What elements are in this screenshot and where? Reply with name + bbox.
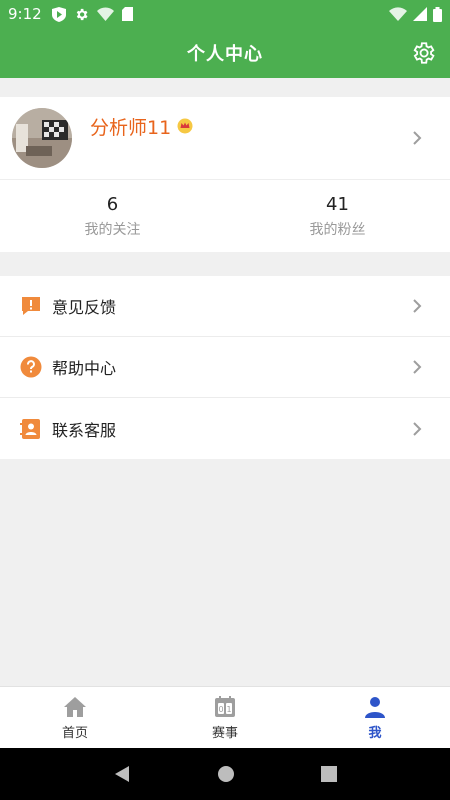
chevron-right-icon	[413, 421, 422, 436]
profile-stats: 6 我的关注 41 我的粉丝	[0, 180, 450, 252]
chevron-right-icon	[413, 131, 422, 145]
tab-label-home: 首页	[61, 725, 88, 741]
followers-count: 41	[326, 193, 349, 215]
battery-icon	[433, 6, 442, 22]
tab-home[interactable]: 首页	[0, 687, 150, 748]
svg-text:1: 1	[226, 705, 231, 714]
following-count: 6	[106, 193, 119, 215]
back-icon[interactable]	[113, 765, 131, 783]
tab-label-matches: 赛事	[211, 725, 238, 741]
svg-text:0: 0	[218, 705, 223, 714]
customer-service-icon	[20, 418, 40, 439]
chevron-right-icon	[413, 299, 422, 313]
app-bar: 个人中心	[0, 28, 450, 78]
tab-label-me: 我	[368, 725, 382, 741]
menu-item-feedback[interactable]: 意见反馈	[0, 276, 450, 337]
menu-label-contact: 联系客服	[52, 420, 117, 440]
menu-label-help: 帮助中心	[52, 359, 117, 378]
tab-matches[interactable]: 0 1 赛事	[150, 687, 300, 748]
wifi-icon	[389, 7, 407, 21]
menu-list: 意见反馈 帮助中心 联系客服	[0, 276, 450, 459]
system-nav-bar	[0, 748, 450, 800]
settings-status-icon	[76, 8, 88, 20]
status-time: 9:12	[8, 5, 42, 23]
gear-icon[interactable]	[410, 40, 436, 66]
page-title: 个人中心	[187, 44, 263, 65]
scoreboard-icon: 0 1	[215, 695, 235, 717]
tab-me[interactable]: 我	[300, 687, 450, 748]
help-icon	[20, 356, 42, 378]
signal-icon	[413, 7, 427, 21]
feedback-icon	[22, 297, 40, 315]
menu-item-contact[interactable]: 联系客服	[0, 398, 450, 459]
home-button-icon[interactable]	[217, 765, 235, 783]
play-protect-icon	[51, 6, 66, 22]
username: 分析师11	[90, 116, 172, 139]
profile-row[interactable]: 分析师11	[0, 97, 450, 180]
following-label: 我的关注	[84, 221, 141, 238]
home-icon	[64, 696, 86, 717]
wifi-question-icon	[96, 7, 114, 21]
crown-icon	[177, 118, 193, 134]
followers-label: 我的粉丝	[309, 221, 366, 238]
stat-followers[interactable]: 41 我的粉丝	[225, 180, 450, 252]
recents-icon[interactable]	[321, 766, 337, 782]
menu-item-help[interactable]: 帮助中心	[0, 337, 450, 398]
bottom-tab-bar: 首页 0 1 赛事 我	[0, 686, 450, 748]
user-icon	[365, 696, 385, 718]
profile-card: 分析师11 6 我的关注 41 我的粉丝	[0, 97, 450, 252]
avatar[interactable]	[12, 108, 72, 168]
status-bar: 9:12	[0, 0, 450, 28]
sim-card-icon	[121, 7, 133, 21]
chevron-right-icon	[413, 360, 422, 374]
menu-label-feedback: 意见反馈	[52, 298, 117, 317]
stat-following[interactable]: 6 我的关注	[0, 180, 225, 252]
